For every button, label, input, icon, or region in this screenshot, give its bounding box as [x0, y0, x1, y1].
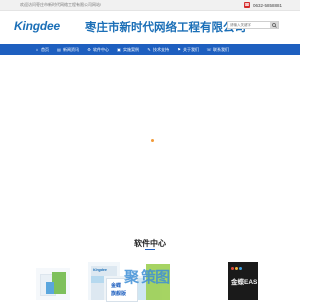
nav-item-label: 首页 — [41, 46, 49, 52]
nav-item-support[interactable]: ✎ 技术支持 — [144, 44, 174, 55]
product-box-graphic — [46, 282, 54, 294]
nav-item-label: 软件中心 — [93, 46, 109, 52]
home-icon: ⌂ — [35, 46, 39, 52]
nav-item-news[interactable]: ▤ 新闻资讯 — [54, 44, 84, 55]
nav-item-label: 关于我们 — [183, 46, 199, 52]
product-image[interactable]: 金蝶EAS — [228, 262, 258, 300]
phone-number: 0632-5858881 — [253, 2, 283, 8]
loading-indicator — [151, 139, 154, 142]
nav-item-home[interactable]: ⌂ 首页 — [32, 44, 54, 55]
product-box-graphic — [52, 272, 66, 294]
nav-item-label: 联系我们 — [213, 46, 229, 52]
product-title: 金蝶 — [111, 283, 122, 289]
company-name: 枣庄市新时代网络工程有限公司 — [85, 22, 246, 34]
news-icon: ▤ — [57, 46, 61, 52]
product-title: 金蝶EAS — [231, 279, 258, 286]
product-image[interactable] — [36, 268, 70, 300]
about-icon: ⚑ — [177, 46, 181, 52]
product-dots — [231, 267, 242, 270]
search-input[interactable] — [228, 22, 270, 28]
kingdee-logo[interactable]: Kingdee — [14, 19, 60, 33]
nav-item-label: 新闻资讯 — [63, 46, 79, 52]
nav-item-about[interactable]: ⚑ 关于我们 — [174, 44, 204, 55]
welcome-text: 欢迎访问枣庄市新时代网络工程有限公司网站! — [20, 2, 102, 7]
support-icon: ✎ — [147, 46, 151, 52]
contact-icon: ☏ — [206, 46, 212, 52]
case-icon: ▣ — [117, 46, 121, 52]
phone-contact: ☎ 0632-5858881 — [244, 2, 282, 9]
section-underline — [145, 249, 155, 250]
software-icon: ⚙ — [87, 46, 91, 52]
search-box — [227, 21, 279, 29]
search-icon — [271, 22, 277, 28]
top-bar: 欢迎访问枣庄市新时代网络工程有限公司网站! ☎ 0632-5858881 — [0, 0, 300, 11]
phone-icon: ☎ — [244, 2, 250, 8]
main-nav: ⌂ 首页 ▤ 新闻资讯 ⚙ 软件中心 ▣ 实施案例 ✎ 技术支持 ⚑ 关于我们 … — [0, 44, 300, 55]
watermark-text: 聚 策图 — [124, 269, 170, 286]
nav-item-label: 实施案例 — [123, 46, 139, 52]
product-brand: Kingdee — [93, 268, 107, 272]
nav-item-software[interactable]: ⚙ 软件中心 — [84, 44, 114, 55]
nav-item-cases[interactable]: ▣ 实施案例 — [114, 44, 144, 55]
section-title: 软件中心 — [134, 239, 166, 248]
nav-item-contact[interactable]: ☏ 联系我们 — [204, 44, 234, 55]
search-button[interactable] — [270, 22, 278, 28]
nav-item-label: 技术支持 — [153, 46, 169, 52]
watermark: 聚 策图 — [124, 264, 170, 300]
